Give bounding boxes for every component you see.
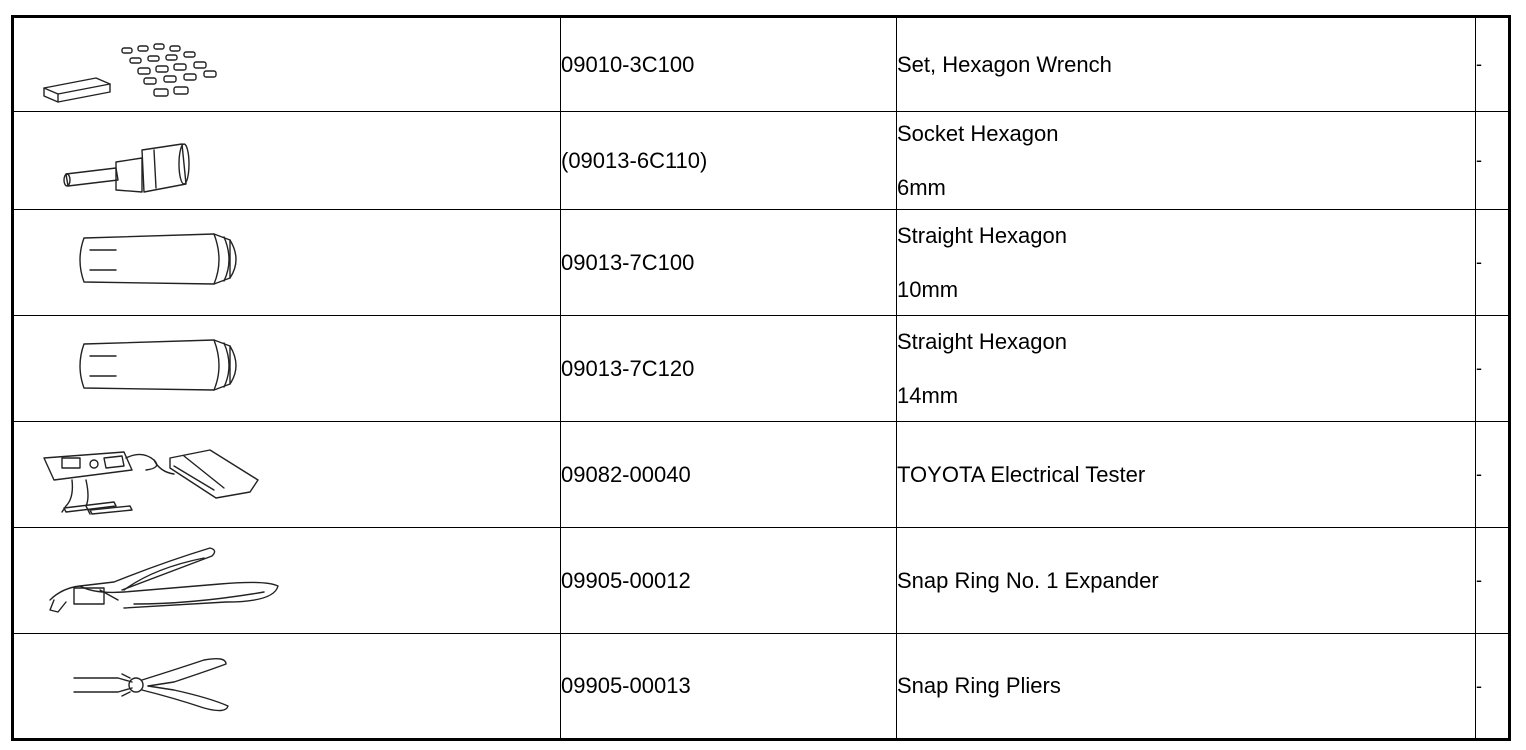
part-number: 09905-00012 <box>560 527 897 634</box>
tool-size: 6mm <box>897 174 946 200</box>
table-row: 09013-7C120 Straight Hexagon 14mm - <box>12 315 1510 422</box>
tool-name: Straight Hexagon 10mm <box>896 209 1476 316</box>
tool-name: Snap Ring Pliers <box>896 633 1476 740</box>
tool-name: TOYOTA Electrical Tester <box>896 421 1476 528</box>
tool-name-text: Snap Ring No. 1 Expander <box>897 567 1159 593</box>
tool-name-text: Straight Hexagon <box>897 328 1068 354</box>
note: - <box>1475 209 1510 316</box>
tool-name-text: Set, Hexagon Wrench <box>897 51 1112 77</box>
table-row: 09013-7C100 Straight Hexagon 10mm - <box>12 209 1510 316</box>
note: - <box>1475 315 1510 422</box>
tool-illustration-cell <box>12 111 561 210</box>
tool-size: 10mm <box>897 276 959 302</box>
part-number: 09082-00040 <box>560 421 897 528</box>
tool-illustration-cell <box>12 527 561 634</box>
tool-name-text: Snap Ring Pliers <box>897 673 1061 698</box>
part-number: 09013-7C120 <box>560 315 897 422</box>
straight-hexagon-icon <box>79 233 237 285</box>
part-number: (09013-6C110) <box>560 111 897 210</box>
tool-name-text: Socket Hexagon <box>897 120 1059 146</box>
hexagon-wrench-set-icon <box>43 43 217 103</box>
part-number: 09013-7C100 <box>560 209 897 316</box>
straight-hexagon-icon <box>79 339 237 391</box>
tool-illustration-cell <box>12 421 561 528</box>
part-number: 09010-3C100 <box>560 16 897 112</box>
note: - <box>1475 421 1510 528</box>
electrical-tester-icon <box>43 449 259 515</box>
hexagon-socket-icon <box>63 143 190 193</box>
note: - <box>1475 527 1510 634</box>
note: - <box>1475 633 1510 740</box>
tool-name-text: TOYOTA Electrical Tester <box>897 461 1146 487</box>
tool-name: Straight Hexagon 14mm <box>896 315 1476 422</box>
tool-name: Set, Hexagon Wrench <box>896 16 1476 112</box>
table-row: 09905-00012 Snap Ring No. 1 Expander - <box>12 527 1510 634</box>
table-row: 09905-00013 Snap Ring Pliers - <box>12 633 1510 740</box>
snap-ring-expander-icon <box>49 547 279 613</box>
tool-illustration-cell <box>12 315 561 422</box>
table-row: 09082-00040 TOYOTA Electrical Tester - <box>12 421 1510 528</box>
note: - <box>1475 111 1510 210</box>
note: - <box>1475 16 1510 112</box>
tool-name: Snap Ring No. 1 Expander <box>896 527 1476 634</box>
tool-name: Socket Hexagon 6mm <box>896 111 1476 210</box>
tool-illustration-cell <box>12 633 561 740</box>
table-row: 09010-3C100 Set, Hexagon Wrench - <box>12 16 1510 112</box>
special-tools-table: 09010-3C100 Set, Hexagon Wrench - (09013… <box>11 15 1511 741</box>
part-number: 09905-00013 <box>560 633 897 740</box>
tool-illustration-cell <box>12 16 561 112</box>
snap-ring-pliers-icon <box>73 657 229 712</box>
table-row: (09013-6C110) Socket Hexagon 6mm - <box>12 111 1510 210</box>
tool-name-text: Straight Hexagon <box>897 222 1068 248</box>
tool-size: 14mm <box>897 382 959 408</box>
tool-illustration-cell <box>12 209 561 316</box>
